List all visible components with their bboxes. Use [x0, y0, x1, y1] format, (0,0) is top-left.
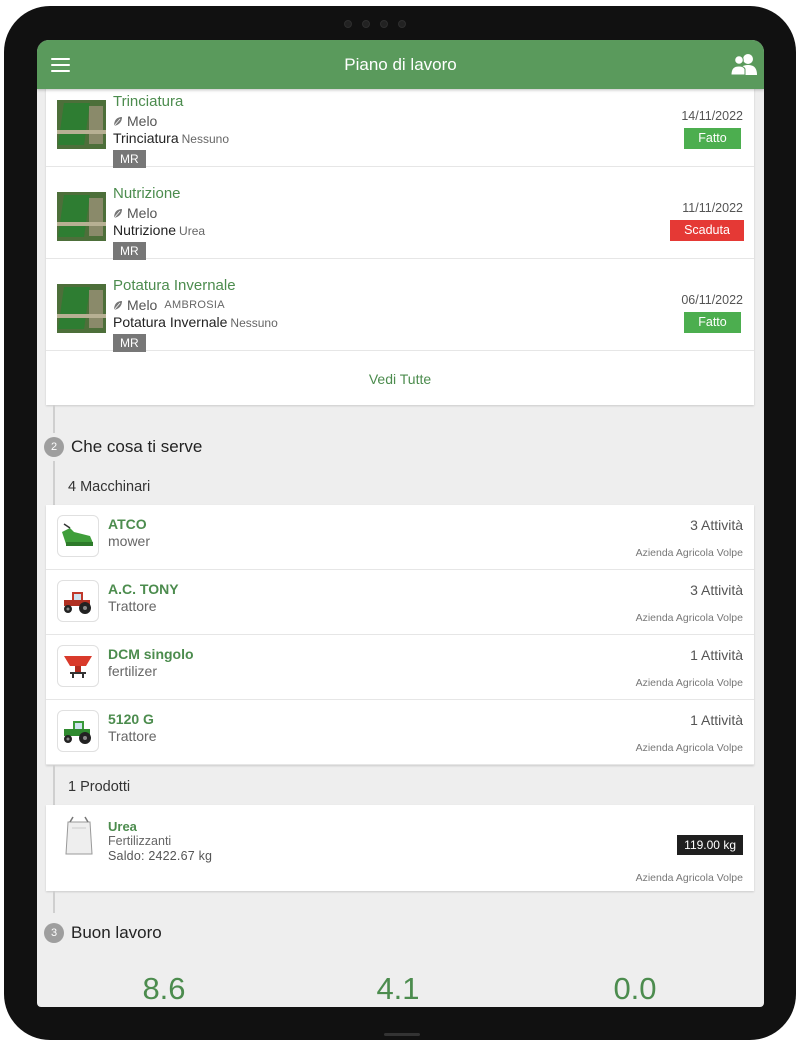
- summary-value: 0.0: [613, 971, 657, 1006]
- activity-count: 1 Attività: [690, 647, 743, 663]
- app-bar: Piano di lavoro: [37, 40, 764, 89]
- products-card: Urea Fertilizzanti Saldo: 2422.67 kg 119…: [46, 805, 754, 891]
- timeline-line: [53, 765, 55, 805]
- field-thumbnail: [57, 284, 106, 333]
- activity-count: 3 Attività: [690, 582, 743, 598]
- step-title: Che cosa ti serve: [71, 437, 203, 456]
- task-crop: Melo AMBROSIA: [113, 297, 225, 313]
- field-thumbnail: [57, 192, 106, 241]
- task-date: 06/11/2022: [681, 293, 743, 307]
- green-tractor-icon: [57, 710, 99, 752]
- activity-count: 3 Attività: [690, 517, 743, 533]
- task-title: Trinciatura: [113, 93, 184, 110]
- mower-icon: [57, 515, 99, 557]
- spreader-icon: [57, 645, 99, 687]
- machine-row[interactable]: A.C. TONY Trattore 3 Attività Azienda Ag…: [46, 570, 754, 635]
- products-header: 1 Prodotti: [68, 779, 131, 795]
- step-title: Buon lavoro: [71, 923, 162, 942]
- company-name: Azienda Agricola Volpe: [635, 677, 743, 689]
- machine-name: 5120 G: [108, 711, 154, 727]
- leaf-icon: [113, 300, 122, 310]
- operation-name: Potatura Invernale: [113, 314, 228, 330]
- machine-row[interactable]: ATCO mower 3 Attività Azienda Agricola V…: [46, 505, 754, 570]
- machine-name: A.C. TONY: [108, 581, 179, 597]
- product-name: Urea: [108, 819, 137, 834]
- crop-name: Melo: [127, 113, 158, 129]
- quantity-badge: 119.00 kg: [677, 835, 743, 855]
- summary-value: 8.6: [142, 971, 186, 1006]
- machine-name: DCM singolo: [108, 646, 194, 662]
- app-screen: Piano di lavoro Trinciatura Melo Trincia…: [37, 40, 764, 1007]
- red-tractor-icon: [57, 580, 99, 622]
- task-crop: Melo: [113, 205, 164, 221]
- field-thumbnail: [57, 100, 106, 149]
- leaf-icon: [113, 208, 122, 218]
- task-title: Nutrizione: [113, 185, 181, 202]
- status-badge[interactable]: Fatto: [684, 128, 741, 149]
- company-name: Azienda Agricola Volpe: [635, 742, 743, 754]
- product-category: Fertilizzanti: [108, 834, 172, 848]
- leaf-icon: [113, 116, 122, 126]
- task-row[interactable]: Potatura Invernale Melo AMBROSIA Potatur…: [46, 259, 754, 352]
- activity-count: 1 Attività: [690, 712, 743, 728]
- task-operation: Nutrizione Urea: [113, 222, 205, 238]
- machine-type: fertilizer: [108, 663, 158, 679]
- task-date: 11/11/2022: [682, 201, 743, 215]
- hamburger-menu-icon[interactable]: [51, 58, 70, 72]
- task-crop: Melo: [113, 113, 164, 129]
- tasks-card: Trinciatura Melo Trinciatura Nessuno MR 1…: [46, 89, 754, 405]
- machine-type: mower: [108, 533, 151, 549]
- status-badge[interactable]: Scaduta: [670, 220, 744, 241]
- operation-detail: Urea: [179, 224, 206, 238]
- scroll-content[interactable]: Trinciatura Melo Trinciatura Nessuno MR 1…: [37, 89, 764, 1007]
- company-name: Azienda Agricola Volpe: [635, 872, 743, 884]
- task-row[interactable]: Nutrizione Melo Nutrizione Urea MR 11/11/…: [46, 167, 754, 260]
- camera-sensors: [344, 20, 406, 28]
- task-title: Potatura Invernale: [113, 277, 236, 294]
- task-tag: MR: [113, 150, 146, 168]
- task-tag: MR: [113, 242, 146, 260]
- crop-name: Melo: [127, 205, 158, 221]
- crop-name: Melo: [127, 297, 158, 313]
- company-name: Azienda Agricola Volpe: [635, 612, 743, 624]
- see-all-button[interactable]: Vedi Tutte: [46, 353, 754, 405]
- crop-variety: AMBROSIA: [164, 299, 225, 311]
- operation-name: Nutrizione: [113, 222, 177, 238]
- timeline-line: [53, 891, 55, 913]
- machines-card: ATCO mower 3 Attività Azienda Agricola V…: [46, 505, 754, 765]
- users-icon[interactable]: [730, 52, 758, 76]
- task-date: 14/11/2022: [681, 109, 743, 123]
- product-balance: Saldo: 2422.67 kg: [108, 849, 213, 863]
- page-title: Piano di lavoro: [344, 54, 457, 74]
- product-row[interactable]: Urea Fertilizzanti Saldo: 2422.67 kg 119…: [46, 805, 754, 891]
- timeline-line: [53, 405, 55, 433]
- machine-type: Trattore: [108, 728, 157, 744]
- operation-name: Trinciatura: [113, 130, 179, 146]
- status-badge[interactable]: Fatto: [684, 312, 741, 333]
- company-name: Azienda Agricola Volpe: [635, 547, 743, 559]
- operation-detail: Nessuno: [181, 132, 229, 146]
- machine-row[interactable]: DCM singolo fertilizer 1 Attività Aziend…: [46, 635, 754, 700]
- task-operation: Trinciatura Nessuno: [113, 130, 229, 146]
- machine-row[interactable]: 5120 G Trattore 1 Attività Azienda Agric…: [46, 700, 754, 765]
- machines-header: 4 Macchinari: [68, 479, 151, 495]
- task-row[interactable]: Trinciatura Melo Trinciatura Nessuno MR 1…: [46, 89, 754, 168]
- step-number: 3: [44, 923, 64, 943]
- operation-detail: Nessuno: [230, 316, 278, 330]
- home-indicator: [384, 1033, 420, 1036]
- machine-name: ATCO: [108, 516, 147, 532]
- fertilizer-bag-icon: [65, 816, 93, 855]
- timeline-line: [53, 461, 55, 505]
- step-number: 2: [44, 437, 64, 457]
- machine-type: Trattore: [108, 598, 157, 614]
- summary-value: 4.1: [376, 971, 420, 1006]
- task-tag: MR: [113, 334, 146, 352]
- task-operation: Potatura Invernale Nessuno: [113, 314, 278, 330]
